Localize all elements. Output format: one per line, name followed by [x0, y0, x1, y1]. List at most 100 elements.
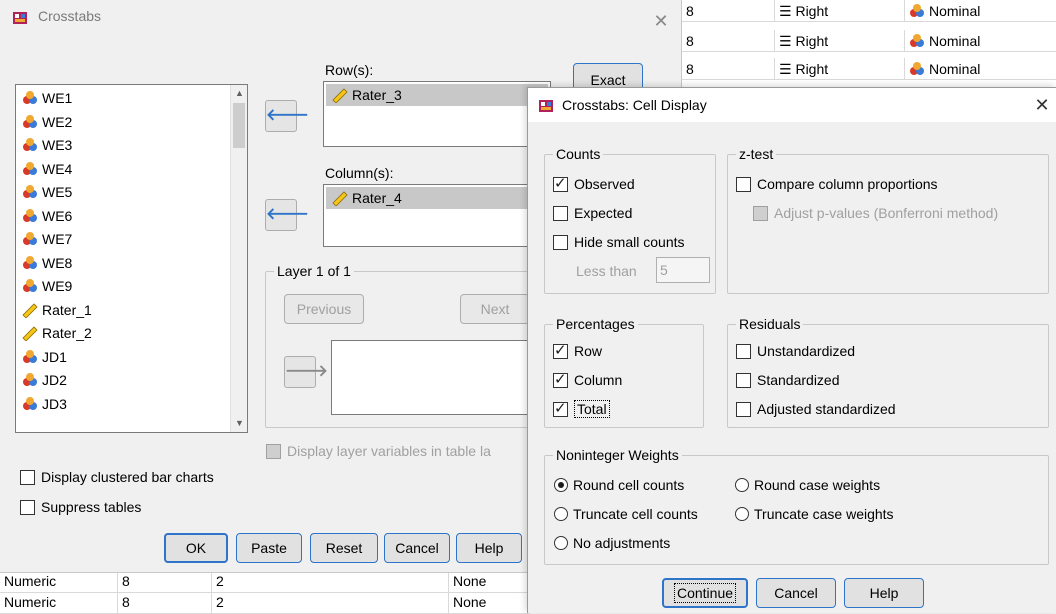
ok-button[interactable]: OK: [164, 533, 228, 563]
expected-checkbox[interactable]: Expected: [553, 203, 632, 223]
scroll-down-icon[interactable]: ▼: [231, 415, 247, 432]
variable-list-item[interactable]: WE6: [22, 205, 72, 227]
cell-help-button[interactable]: Help: [844, 578, 924, 608]
rows-item[interactable]: Rater_3: [326, 84, 548, 106]
variable-list-item[interactable]: WE3: [22, 134, 72, 156]
spss-app-icon: [13, 12, 27, 24]
paste-button[interactable]: Paste: [236, 533, 302, 563]
round-cell-radio[interactable]: Round cell counts: [554, 475, 684, 495]
scroll-up-icon[interactable]: ▲: [231, 85, 247, 102]
grid-cell-measure[interactable]: Nominal: [904, 30, 1056, 52]
variable-list[interactable]: WE1 WE2 WE3 WE4 WE5 WE6 WE7 WE8 WE9 Rater_1 Rater_…: [15, 84, 248, 433]
hide-small-label: Hide small counts: [574, 234, 685, 250]
grid-cell-width[interactable]: 8: [682, 30, 770, 52]
variable-name: JD3: [42, 395, 67, 412]
unstandardized-checkbox[interactable]: Unstandardized: [736, 341, 855, 361]
compare-proportions-checkbox[interactable]: Compare column proportions: [736, 174, 938, 194]
scroll-thumb[interactable]: [233, 103, 245, 148]
cell-cancel-button[interactable]: Cancel: [756, 578, 836, 608]
grid-cell-width[interactable]: 8: [682, 0, 770, 22]
help-button[interactable]: Help: [456, 533, 522, 563]
nominal-icon: [910, 34, 924, 47]
grid-cell-type[interactable]: Numeric: [0, 571, 115, 592]
variable-name: WE8: [42, 254, 73, 271]
display-layer-checkbox[interactable]: Display layer variables in table la: [266, 441, 491, 461]
grid-cell-decimals[interactable]: 2: [211, 592, 301, 613]
layer-list[interactable]: [331, 340, 531, 415]
grid-cell-width[interactable]: 8: [682, 58, 770, 80]
radio-icon: [554, 507, 568, 521]
total-checkbox[interactable]: Total: [553, 399, 610, 419]
move-to-columns-button[interactable]: 🡐: [265, 199, 309, 231]
variable-list-item[interactable]: WE1: [22, 87, 72, 109]
nominal-icon: [23, 279, 37, 292]
grid-cell-align[interactable]: ☰ Right: [774, 58, 898, 80]
variable-list-item[interactable]: WE5: [22, 181, 72, 203]
grid-cell-type[interactable]: Numeric: [0, 592, 115, 613]
grid-cell-missing[interactable]: None: [448, 571, 530, 592]
align-right-icon: ☰: [779, 61, 796, 77]
variable-list-scrollbar[interactable]: ▲ ▼: [230, 85, 247, 432]
less-than-input[interactable]: 5: [656, 257, 710, 283]
grid-cell-measure-text: Nominal: [929, 33, 981, 49]
variable-list-item[interactable]: WE4: [22, 158, 72, 180]
scale-icon: [22, 302, 38, 318]
columns-item[interactable]: Rater_4: [326, 187, 548, 209]
observed-checkbox[interactable]: Observed: [553, 174, 635, 194]
variable-name: Rater_1: [42, 301, 92, 318]
truncate-cell-radio[interactable]: Truncate cell counts: [554, 504, 698, 524]
close-icon[interactable]: ✕: [1033, 96, 1051, 114]
rows-list[interactable]: Rater_3: [323, 81, 551, 147]
close-icon[interactable]: ✕: [652, 12, 670, 30]
grid-cell-width[interactable]: 8: [117, 592, 207, 613]
suppress-tables-checkbox[interactable]: Suppress tables: [20, 497, 141, 517]
previous-button[interactable]: Previous: [284, 294, 364, 324]
grid-cell-align[interactable]: ☰ Right: [774, 30, 898, 52]
variable-list-item[interactable]: Rater_2: [22, 322, 92, 344]
grid-cell-measure[interactable]: Nominal: [904, 0, 1056, 22]
standardized-checkbox[interactable]: Standardized: [736, 370, 840, 390]
grid-cell-width[interactable]: 8: [117, 571, 207, 592]
variable-list-item[interactable]: JD3: [22, 393, 67, 415]
grid-cell-missing[interactable]: None: [448, 592, 530, 613]
grid-cell-measure[interactable]: Nominal: [904, 58, 1056, 80]
adjusted-standardized-checkbox[interactable]: Adjusted standardized: [736, 399, 896, 419]
checkbox-icon: [736, 373, 751, 388]
checkbox-icon: [736, 177, 751, 192]
cancel-button[interactable]: Cancel: [384, 533, 450, 563]
cell-display-titlebar[interactable]: Crosstabs: Cell Display ✕: [528, 88, 1056, 122]
row-checkbox[interactable]: Row: [553, 341, 602, 361]
variable-list-item[interactable]: JD1: [22, 346, 67, 368]
rows-item-label: Rater_3: [352, 87, 402, 103]
truncate-case-radio[interactable]: Truncate case weights: [735, 504, 894, 524]
grid-cell-decimals[interactable]: 2: [211, 571, 301, 592]
column-checkbox[interactable]: Column: [553, 370, 622, 390]
exact-label: Exact: [590, 72, 626, 88]
checkbox-icon: [553, 235, 568, 250]
no-adjustments-radio[interactable]: No adjustments: [554, 533, 670, 553]
round-case-radio[interactable]: Round case weights: [735, 475, 880, 495]
hide-small-checkbox[interactable]: Hide small counts: [553, 232, 685, 252]
move-to-rows-button[interactable]: 🡐: [265, 100, 309, 132]
nominal-icon: [910, 62, 924, 75]
reset-button[interactable]: Reset: [310, 533, 378, 563]
variable-list-item[interactable]: JD2: [22, 369, 67, 391]
variable-list-item[interactable]: WE8: [22, 252, 72, 274]
variable-list-item[interactable]: WE9: [22, 275, 72, 297]
weights-legend: Noninteger Weights: [553, 447, 682, 463]
variable-name: WE3: [42, 137, 73, 153]
crosstabs-titlebar[interactable]: Crosstabs ✕: [0, 0, 681, 32]
variable-list-item[interactable]: WE2: [22, 111, 72, 133]
clustered-bar-checkbox[interactable]: Display clustered bar charts: [20, 467, 214, 487]
variable-list-item[interactable]: Rater_1: [22, 299, 92, 321]
grid-cell-align[interactable]: ☰ Right: [774, 0, 898, 22]
align-right-icon: ☰: [779, 33, 796, 49]
unstandardized-label: Unstandardized: [757, 343, 856, 359]
variable-list-item[interactable]: WE7: [22, 228, 72, 250]
adjust-pvalues-checkbox[interactable]: Adjust p-values (Bonferroni method): [753, 203, 998, 223]
next-button[interactable]: Next: [460, 294, 530, 324]
continue-button[interactable]: Continue: [662, 578, 748, 608]
grid-cell-align-text: Right: [795, 3, 829, 19]
columns-list[interactable]: Rater_4: [323, 184, 551, 247]
move-to-layer-button[interactable]: 🡒: [284, 356, 328, 388]
